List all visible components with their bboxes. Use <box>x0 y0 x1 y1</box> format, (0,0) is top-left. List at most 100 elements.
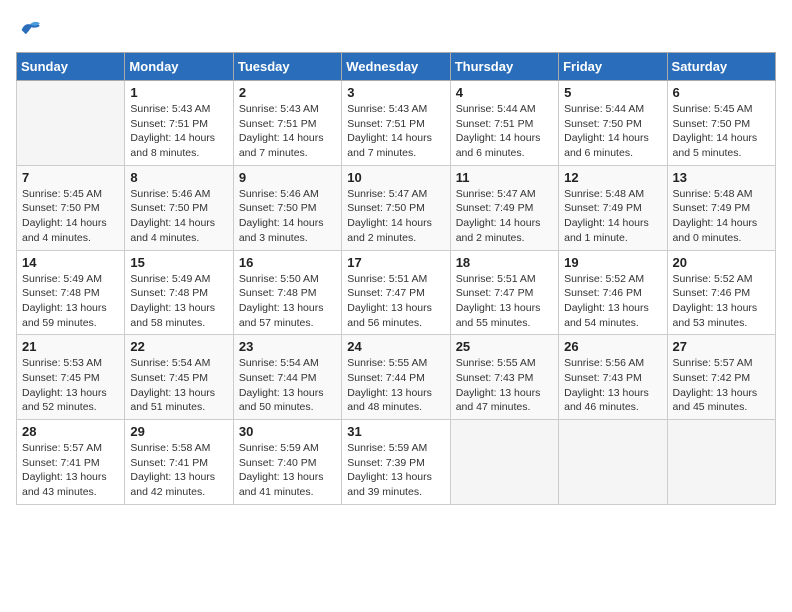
calendar-cell: 22 Sunrise: 5:54 AM Sunset: 7:45 PM Dayli… <box>125 335 233 420</box>
day-number: 8 <box>130 170 227 185</box>
calendar-cell: 27 Sunrise: 5:57 AM Sunset: 7:42 PM Dayli… <box>667 335 775 420</box>
calendar-cell: 24 Sunrise: 5:55 AM Sunset: 7:44 PM Dayli… <box>342 335 450 420</box>
day-number: 1 <box>130 85 227 100</box>
day-number: 10 <box>347 170 444 185</box>
calendar-week-row: 21 Sunrise: 5:53 AM Sunset: 7:45 PM Dayli… <box>17 335 776 420</box>
calendar-cell: 2 Sunrise: 5:43 AM Sunset: 7:51 PM Daylig… <box>233 81 341 166</box>
day-info: Sunrise: 5:47 AM Sunset: 7:49 PM Dayligh… <box>456 187 553 246</box>
day-number: 22 <box>130 339 227 354</box>
column-header-sunday: Sunday <box>17 53 125 81</box>
day-info: Sunrise: 5:46 AM Sunset: 7:50 PM Dayligh… <box>239 187 336 246</box>
calendar-cell: 20 Sunrise: 5:52 AM Sunset: 7:46 PM Dayli… <box>667 250 775 335</box>
calendar-cell: 15 Sunrise: 5:49 AM Sunset: 7:48 PM Dayli… <box>125 250 233 335</box>
calendar-cell: 10 Sunrise: 5:47 AM Sunset: 7:50 PM Dayli… <box>342 165 450 250</box>
day-number: 20 <box>673 255 770 270</box>
column-header-friday: Friday <box>559 53 667 81</box>
day-info: Sunrise: 5:49 AM Sunset: 7:48 PM Dayligh… <box>22 272 119 331</box>
day-info: Sunrise: 5:51 AM Sunset: 7:47 PM Dayligh… <box>456 272 553 331</box>
calendar-cell: 3Sunrise: 5:43 AM Sunset: 7:51 PM Daylig… <box>342 81 450 166</box>
day-info: Sunrise: 5:54 AM Sunset: 7:44 PM Dayligh… <box>239 356 336 415</box>
calendar-cell: 1 Sunrise: 5:43 AM Sunset: 7:51 PM Daylig… <box>125 81 233 166</box>
calendar-cell <box>17 81 125 166</box>
day-number: 6 <box>673 85 770 100</box>
page-header <box>16 16 776 44</box>
day-info: Sunrise: 5:58 AM Sunset: 7:41 PM Dayligh… <box>130 441 227 500</box>
day-info: Sunrise: 5:45 AM Sunset: 7:50 PM Dayligh… <box>673 102 770 161</box>
day-number: 11 <box>456 170 553 185</box>
day-info: Sunrise: 5:46 AM Sunset: 7:50 PM Dayligh… <box>130 187 227 246</box>
day-number: 2 <box>239 85 336 100</box>
calendar-cell: 19 Sunrise: 5:52 AM Sunset: 7:46 PM Dayli… <box>559 250 667 335</box>
day-info: Sunrise: 5:59 AM Sunset: 7:39 PM Dayligh… <box>347 441 444 500</box>
calendar-cell: 17 Sunrise: 5:51 AM Sunset: 7:47 PM Dayli… <box>342 250 450 335</box>
day-number: 28 <box>22 424 119 439</box>
calendar-cell: 23 Sunrise: 5:54 AM Sunset: 7:44 PM Dayli… <box>233 335 341 420</box>
day-info: Sunrise: 5:55 AM Sunset: 7:44 PM Dayligh… <box>347 356 444 415</box>
day-number: 24 <box>347 339 444 354</box>
logo-bird-icon <box>16 16 44 44</box>
day-number: 27 <box>673 339 770 354</box>
logo <box>16 16 48 44</box>
day-number: 19 <box>564 255 661 270</box>
day-number: 17 <box>347 255 444 270</box>
calendar-cell: 25 Sunrise: 5:55 AM Sunset: 7:43 PM Dayli… <box>450 335 558 420</box>
calendar-week-row: 7 Sunrise: 5:45 AM Sunset: 7:50 PM Daylig… <box>17 165 776 250</box>
day-info: Sunrise: 5:55 AM Sunset: 7:43 PM Dayligh… <box>456 356 553 415</box>
calendar-cell: 7 Sunrise: 5:45 AM Sunset: 7:50 PM Daylig… <box>17 165 125 250</box>
calendar-week-row: 28 Sunrise: 5:57 AM Sunset: 7:41 PM Dayli… <box>17 420 776 505</box>
day-number: 18 <box>456 255 553 270</box>
day-info: Sunrise: 5:53 AM Sunset: 7:45 PM Dayligh… <box>22 356 119 415</box>
day-info: Sunrise: 5:49 AM Sunset: 7:48 PM Dayligh… <box>130 272 227 331</box>
day-info: Sunrise: 5:44 AM Sunset: 7:51 PM Dayligh… <box>456 102 553 161</box>
calendar-cell: 6 Sunrise: 5:45 AM Sunset: 7:50 PM Daylig… <box>667 81 775 166</box>
day-info: Sunrise: 5:51 AM Sunset: 7:47 PM Dayligh… <box>347 272 444 331</box>
day-number: 25 <box>456 339 553 354</box>
column-header-saturday: Saturday <box>667 53 775 81</box>
column-header-monday: Monday <box>125 53 233 81</box>
day-info: Sunrise: 5:44 AM Sunset: 7:50 PM Dayligh… <box>564 102 661 161</box>
day-number: 14 <box>22 255 119 270</box>
calendar-cell <box>559 420 667 505</box>
calendar-cell: 8 Sunrise: 5:46 AM Sunset: 7:50 PM Daylig… <box>125 165 233 250</box>
calendar-cell: 11 Sunrise: 5:47 AM Sunset: 7:49 PM Dayli… <box>450 165 558 250</box>
day-info: Sunrise: 5:48 AM Sunset: 7:49 PM Dayligh… <box>673 187 770 246</box>
calendar-cell <box>450 420 558 505</box>
calendar-cell: 31Sunrise: 5:59 AM Sunset: 7:39 PM Dayli… <box>342 420 450 505</box>
calendar-cell: 16Sunrise: 5:50 AM Sunset: 7:48 PM Dayli… <box>233 250 341 335</box>
day-info: Sunrise: 5:57 AM Sunset: 7:41 PM Dayligh… <box>22 441 119 500</box>
calendar-week-row: 14 Sunrise: 5:49 AM Sunset: 7:48 PM Dayli… <box>17 250 776 335</box>
column-header-tuesday: Tuesday <box>233 53 341 81</box>
calendar-cell: 4 Sunrise: 5:44 AM Sunset: 7:51 PM Daylig… <box>450 81 558 166</box>
calendar-cell: 30Sunrise: 5:59 AM Sunset: 7:40 PM Dayli… <box>233 420 341 505</box>
day-number: 30 <box>239 424 336 439</box>
calendar-cell: 14 Sunrise: 5:49 AM Sunset: 7:48 PM Dayli… <box>17 250 125 335</box>
day-info: Sunrise: 5:45 AM Sunset: 7:50 PM Dayligh… <box>22 187 119 246</box>
day-number: 21 <box>22 339 119 354</box>
day-info: Sunrise: 5:57 AM Sunset: 7:42 PM Dayligh… <box>673 356 770 415</box>
calendar-cell: 21 Sunrise: 5:53 AM Sunset: 7:45 PM Dayli… <box>17 335 125 420</box>
calendar-cell: 5Sunrise: 5:44 AM Sunset: 7:50 PM Daylig… <box>559 81 667 166</box>
day-info: Sunrise: 5:56 AM Sunset: 7:43 PM Dayligh… <box>564 356 661 415</box>
day-info: Sunrise: 5:43 AM Sunset: 7:51 PM Dayligh… <box>239 102 336 161</box>
day-number: 15 <box>130 255 227 270</box>
column-header-wednesday: Wednesday <box>342 53 450 81</box>
calendar-cell: 12Sunrise: 5:48 AM Sunset: 7:49 PM Dayli… <box>559 165 667 250</box>
day-number: 4 <box>456 85 553 100</box>
day-info: Sunrise: 5:43 AM Sunset: 7:51 PM Dayligh… <box>347 102 444 161</box>
day-number: 13 <box>673 170 770 185</box>
calendar-week-row: 1 Sunrise: 5:43 AM Sunset: 7:51 PM Daylig… <box>17 81 776 166</box>
day-number: 23 <box>239 339 336 354</box>
calendar-table: SundayMondayTuesdayWednesdayThursdayFrid… <box>16 52 776 505</box>
calendar-cell: 13 Sunrise: 5:48 AM Sunset: 7:49 PM Dayli… <box>667 165 775 250</box>
calendar-cell: 28 Sunrise: 5:57 AM Sunset: 7:41 PM Dayli… <box>17 420 125 505</box>
day-number: 7 <box>22 170 119 185</box>
day-info: Sunrise: 5:52 AM Sunset: 7:46 PM Dayligh… <box>564 272 661 331</box>
day-number: 12 <box>564 170 661 185</box>
day-info: Sunrise: 5:43 AM Sunset: 7:51 PM Dayligh… <box>130 102 227 161</box>
day-info: Sunrise: 5:52 AM Sunset: 7:46 PM Dayligh… <box>673 272 770 331</box>
day-info: Sunrise: 5:47 AM Sunset: 7:50 PM Dayligh… <box>347 187 444 246</box>
day-info: Sunrise: 5:54 AM Sunset: 7:45 PM Dayligh… <box>130 356 227 415</box>
day-info: Sunrise: 5:50 AM Sunset: 7:48 PM Dayligh… <box>239 272 336 331</box>
calendar-cell: 26Sunrise: 5:56 AM Sunset: 7:43 PM Dayli… <box>559 335 667 420</box>
calendar-cell: 9Sunrise: 5:46 AM Sunset: 7:50 PM Daylig… <box>233 165 341 250</box>
